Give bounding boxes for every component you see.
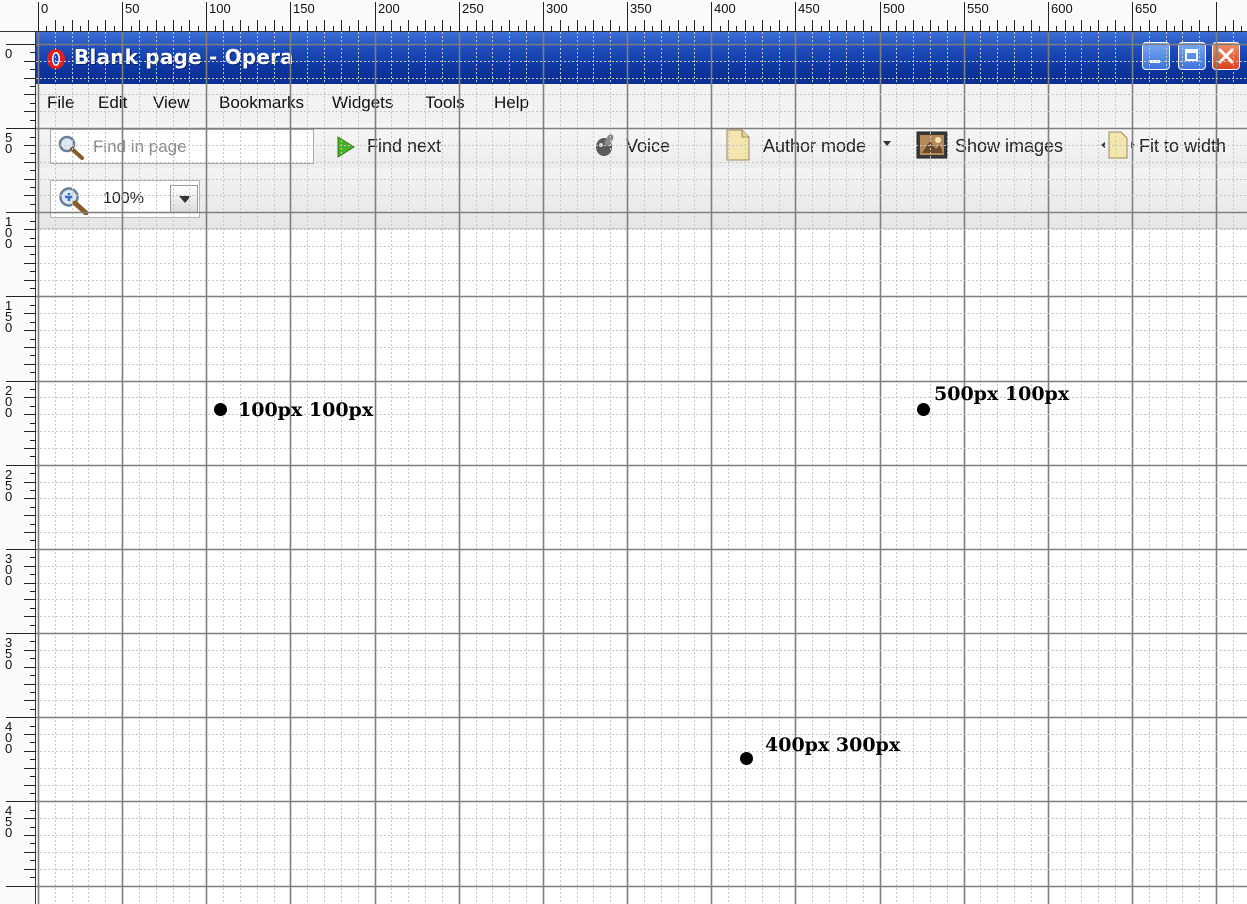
dropdown-arrow-icon[interactable] <box>882 140 892 148</box>
document-icon <box>726 129 750 161</box>
ruler-label: 0 <box>5 236 12 251</box>
find-in-page-box[interactable] <box>50 129 314 164</box>
ruler-label: 0 <box>5 489 12 504</box>
image-icon <box>916 131 948 159</box>
marker-dot <box>917 403 930 416</box>
vertical-ruler: 050100150200250300350400450 <box>0 32 36 904</box>
play-arrow-icon <box>337 136 355 158</box>
menu-help[interactable]: Help <box>494 93 529 113</box>
ruler-label: 50 <box>125 1 139 16</box>
search-icon <box>58 135 84 160</box>
minimize-icon <box>1150 60 1160 63</box>
minimize-button[interactable] <box>1142 42 1170 70</box>
marker-label: 400px 300px <box>765 734 901 756</box>
menu-view[interactable]: View <box>153 93 190 113</box>
ruler-label: 0 <box>5 825 12 840</box>
ruler-label: 450 <box>798 1 820 16</box>
ruler-label: 0 <box>5 657 12 672</box>
zoom-control[interactable]: 100% <box>50 180 200 218</box>
menu-edit[interactable]: Edit <box>98 93 127 113</box>
ruler-label: 150 <box>293 1 315 16</box>
menu-bar: File Edit View Bookmarks Widgets Tools H… <box>36 84 1247 124</box>
marker-dot <box>214 403 227 416</box>
horizontal-ruler: 0 50 100 150 200 250 300 350 400 450 500 550 600 650 <box>0 0 1247 32</box>
page-content[interactable] <box>36 229 1247 904</box>
author-mode-button[interactable]: Author mode <box>763 136 866 157</box>
ruler-label: 0 <box>5 46 12 61</box>
ruler-label: 350 <box>630 1 652 16</box>
opera-logo-icon <box>47 49 65 69</box>
voice-button[interactable]: Voice <box>626 136 670 157</box>
show-images-button[interactable]: Show images <box>955 136 1063 157</box>
menu-tools[interactable]: Tools <box>425 93 465 113</box>
maximize-icon <box>1185 49 1198 61</box>
fit-to-width-icon <box>1101 131 1135 159</box>
ruler-label: 250 <box>462 1 484 16</box>
ruler-label: 650 <box>1135 1 1157 16</box>
ruler-label: 300 <box>546 1 568 16</box>
voice-icon <box>596 134 614 156</box>
ruler-label: 600 <box>1051 1 1073 16</box>
chevron-down-icon <box>179 196 191 203</box>
close-button[interactable] <box>1212 42 1240 70</box>
ruler-label: 0 <box>41 1 48 16</box>
ruler-label: 500 <box>883 1 905 16</box>
ruler-label: 0 <box>5 141 12 156</box>
ruler-label: 0 <box>5 573 12 588</box>
ruler-label: 200 <box>378 1 400 16</box>
zoom-icon <box>59 187 89 215</box>
menu-bookmarks[interactable]: Bookmarks <box>219 93 304 113</box>
zoom-toolbar: 100% <box>36 168 1247 229</box>
menu-file[interactable]: File <box>47 93 74 113</box>
toolbar: Find next Voice Author mode Show images <box>36 124 1247 168</box>
ruler-label: 550 <box>967 1 989 16</box>
find-in-page-input[interactable] <box>93 136 303 158</box>
ruler-label: 400 <box>714 1 736 16</box>
ruler-label: 0 <box>5 320 12 335</box>
find-next-button[interactable]: Find next <box>367 136 441 157</box>
zoom-dropdown-button[interactable] <box>170 185 198 213</box>
browser-window: Blank page - Opera File Edit View Bookma… <box>36 32 1247 904</box>
zoom-value: 100% <box>103 190 144 207</box>
marker-dot <box>740 752 753 765</box>
window-title: Blank page - Opera <box>74 45 294 69</box>
close-icon <box>1218 48 1234 64</box>
ruler-label: 0 <box>5 405 12 420</box>
title-bar[interactable]: Blank page - Opera <box>36 32 1247 84</box>
marker-label: 500px 100px <box>934 383 1070 405</box>
ruler-label: 100 <box>209 1 231 16</box>
marker-label: 100px 100px <box>238 399 374 421</box>
menu-widgets[interactable]: Widgets <box>332 93 393 113</box>
maximize-button[interactable] <box>1178 42 1206 70</box>
fit-to-width-button[interactable]: Fit to width <box>1139 136 1226 157</box>
ruler-label: 0 <box>5 741 12 756</box>
